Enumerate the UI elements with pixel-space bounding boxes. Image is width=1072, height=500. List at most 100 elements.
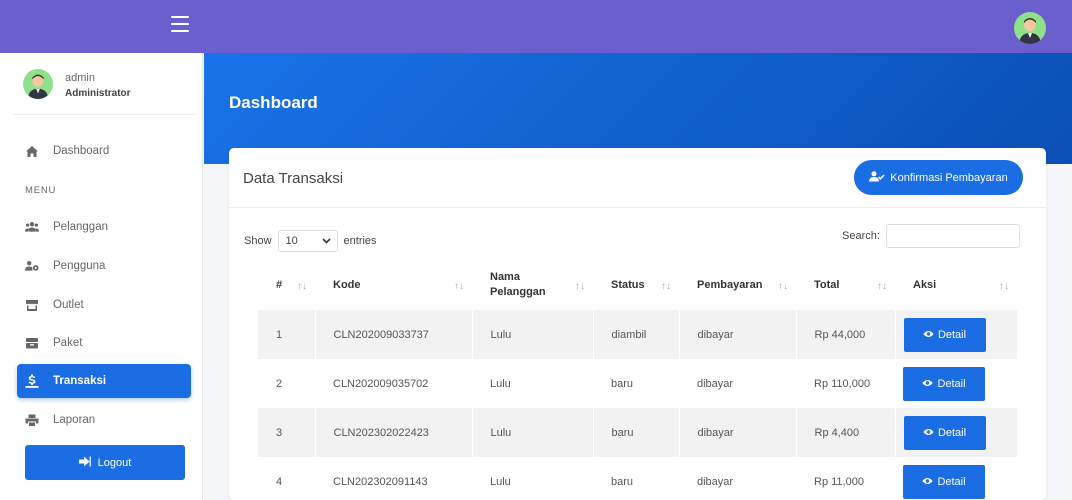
transactions-card: Data Transaksi Konfirmasi Pembayaran Sho… (229, 148, 1046, 500)
column-header-kode[interactable]: Kode ↑↓ (315, 260, 472, 310)
user-name: admin (65, 72, 95, 84)
cell-no: 1 (258, 310, 315, 359)
box-icon (25, 336, 39, 350)
eye-icon (923, 329, 934, 341)
cell-total: Rp 110,000 (814, 377, 871, 390)
sidebar-item-laporan[interactable]: Laporan (17, 403, 191, 437)
cell-no: 4 (276, 475, 283, 488)
cell-pembayaran: dibayar (697, 475, 734, 488)
transactions-table: # ↑↓ Kode ↑↓ Nama Pelanggan ↑↓ Status ↑↓ Pem… (258, 260, 1017, 500)
logout-button[interactable]: Logout (25, 445, 185, 480)
sidebar-item-pengguna[interactable]: Pengguna (17, 249, 191, 283)
table-header-row: # ↑↓ Kode ↑↓ Nama Pelanggan ↑↓ Status ↑↓ Pem… (258, 260, 1017, 310)
hamburger-menu-icon[interactable] (171, 16, 189, 32)
column-header-total[interactable]: Total ↑↓ (796, 260, 895, 310)
cell-aksi: Detail (895, 457, 1017, 500)
table-row: 4 CLN202302091143 Lulu baru dibayar Rp 1… (258, 457, 1017, 500)
sidebar-item-label: Paket (53, 337, 83, 349)
detail-button[interactable]: Detail (903, 317, 986, 352)
table-row: 3 CLN202302022423 Lulu baru dibayar Rp 4… (258, 408, 1017, 457)
search-label: Search: (842, 230, 880, 242)
user-check-icon (869, 170, 885, 185)
sidebar-item-paket[interactable]: Paket (17, 326, 191, 360)
show-label: Show (244, 235, 272, 247)
cell-total: Rp 44,000 (795, 310, 895, 359)
store-icon (25, 298, 39, 312)
search-input[interactable] (885, 224, 1020, 248)
cell-kode: CLN202302022423 (314, 408, 472, 457)
cell-status: diambil (592, 310, 679, 359)
sidebar-item-label: Transaksi (53, 375, 107, 387)
card-title: Data Transaksi (243, 170, 344, 187)
column-header-no[interactable]: # ↑↓ (258, 260, 315, 310)
cell-nama: Lulu (471, 310, 593, 359)
search-control: Search: (842, 224, 1020, 248)
eye-icon (923, 427, 934, 439)
sort-icon: ↑↓ (661, 281, 671, 292)
cell-nama: Lulu (471, 408, 593, 457)
printer-icon (25, 413, 39, 427)
cell-status: baru (592, 408, 679, 457)
users-icon (25, 220, 39, 234)
sidebar-item-label: Dashboard (53, 145, 110, 157)
cell-kode: CLN202302091143 (333, 475, 428, 488)
sign-out-icon (78, 456, 91, 470)
user-panel: admin Administrator (13, 63, 196, 115)
cell-total: Rp 4,400 (795, 408, 895, 457)
entries-select[interactable]: 10 (277, 230, 338, 252)
cell-status: baru (611, 475, 634, 488)
table-row: 2 CLN202009035702 Lulu baru dibayar Rp 1… (258, 359, 1017, 408)
user-role: Administrator (65, 88, 131, 99)
page-title: Dashboard (229, 93, 318, 112)
sidebar-item-pelanggan[interactable]: Pelanggan (17, 210, 191, 244)
sidebar-item-label: Laporan (53, 414, 96, 426)
column-header-aksi[interactable]: Aksi ↑↓ (895, 260, 1017, 310)
sort-icon: ↑↓ (454, 281, 464, 292)
cell-kode: CLN202009035702 (333, 377, 429, 390)
detail-button[interactable]: Detail (903, 464, 985, 499)
sort-icon: ↑↓ (778, 281, 788, 292)
avatar (23, 69, 53, 99)
card-header: Data Transaksi Konfirmasi Pembayaran (229, 148, 1046, 208)
eye-icon (922, 476, 934, 488)
cell-nama: Lulu (490, 475, 511, 488)
cell-no: 2 (276, 377, 283, 390)
sidebar-item-label: Pelanggan (53, 221, 108, 233)
column-header-pembayaran[interactable]: Pembayaran ↑↓ (679, 260, 796, 310)
detail-button[interactable]: Detail (903, 415, 986, 450)
cell-no: 3 (258, 408, 315, 457)
chevron-down-icon (321, 235, 331, 247)
sidebar-item-outlet[interactable]: Outlet (17, 288, 191, 322)
column-header-status[interactable]: Status ↑↓ (593, 260, 679, 310)
top-bar (0, 0, 1072, 53)
cell-pembayaran: dibayar (697, 377, 734, 390)
sort-icon: ↑↓ (575, 281, 585, 292)
table-row: 1 CLN202009033737 Lulu diambil dibayar R… (258, 310, 1017, 359)
cell-aksi: Detail (894, 310, 1017, 359)
entries-value: 10 (285, 235, 298, 247)
cell-pembayaran: dibayar (678, 310, 796, 359)
sidebar-item-label: Outlet (53, 299, 84, 311)
column-header-nama-pelanggan[interactable]: Nama Pelanggan ↑↓ (472, 260, 593, 310)
cell-kode: CLN202009033737 (314, 310, 472, 359)
menu-heading: MENU (25, 185, 57, 196)
sidebar-item-label: Pengguna (53, 260, 106, 272)
sidebar-item-dashboard[interactable]: Dashboard (17, 134, 191, 168)
logout-label: Logout (97, 456, 132, 469)
cell-aksi: Detail (894, 408, 1017, 457)
detail-button[interactable]: Detail (903, 366, 985, 401)
entries-control: Show 10 entries (244, 230, 377, 252)
cell-status: baru (611, 377, 634, 390)
user-avatar[interactable] (1014, 12, 1046, 44)
sort-icon: ↑↓ (877, 281, 887, 292)
confirm-payment-button[interactable]: Konfirmasi Pembayaran (854, 160, 1023, 195)
cell-total: Rp 11,000 (814, 475, 864, 488)
confirm-payment-label: Konfirmasi Pembayaran (890, 171, 1008, 184)
home-icon (25, 144, 39, 158)
money-icon (25, 374, 39, 388)
cell-nama: Lulu (490, 377, 511, 390)
sidebar-item-transaksi[interactable]: Transaksi (17, 364, 191, 398)
user-gear-icon (25, 259, 39, 273)
eye-icon (922, 378, 934, 390)
cell-aksi: Detail (895, 359, 1017, 408)
